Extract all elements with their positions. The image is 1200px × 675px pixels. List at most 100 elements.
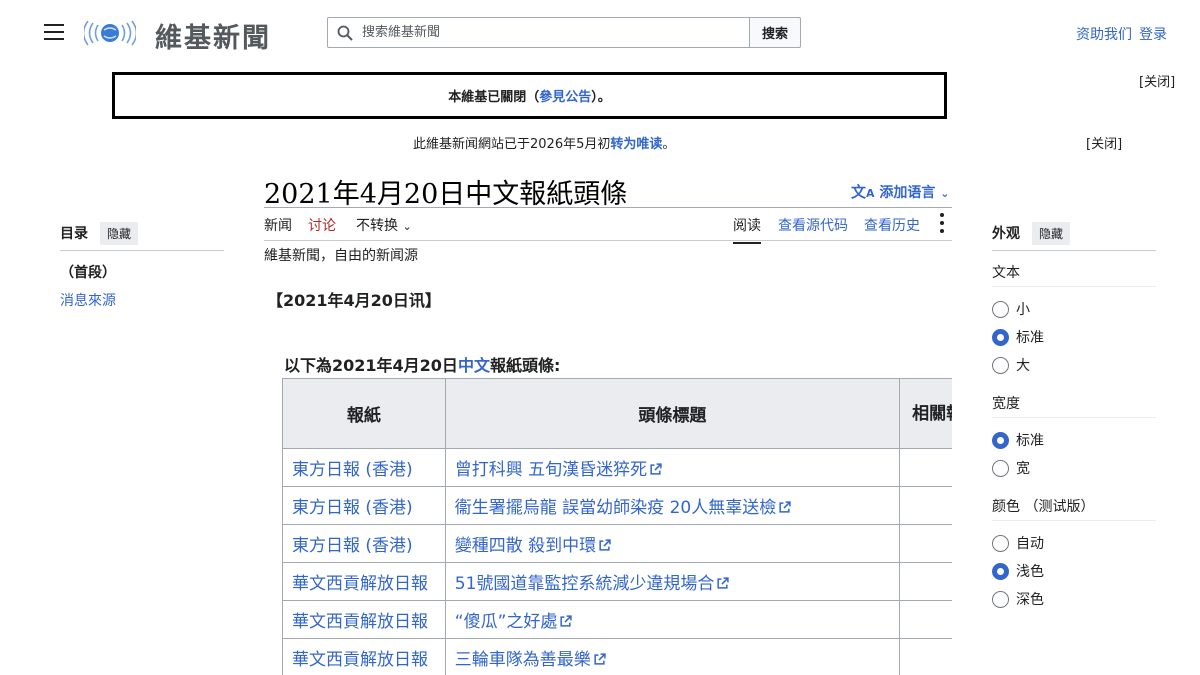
headline-link[interactable]: 曾打科興 五旬漢昏迷猝死 [455, 460, 662, 480]
external-link-icon [650, 463, 662, 475]
intro-prefix: 以下為2021年4月20日 [284, 356, 458, 375]
notice2-readonly-link[interactable]: 转为唯读 [610, 137, 662, 152]
appearance-title: 外观 [992, 226, 1020, 242]
headline-text: 衞生署擺烏龍 誤當幼師染疫 20人無辜送檢 [454, 498, 777, 518]
search-button[interactable]: 搜索 [749, 17, 801, 48]
color-option-1[interactable]: 浅色 [992, 561, 1044, 581]
paper-link[interactable]: 華文西貢解放日報 [292, 650, 428, 670]
intro-text: 以下為2021年4月20日中文報紙頭條: [284, 352, 560, 376]
external-link-icon [594, 653, 606, 665]
radio-button[interactable] [992, 459, 1009, 477]
width-option-0[interactable]: 标准 [992, 430, 1044, 450]
notice2-close-button[interactable]: [关闭] [1086, 133, 1122, 152]
table-row: 華文西貢解放日報 三輪車隊為善最樂 [282, 638, 952, 675]
paper-link[interactable]: 華文西貢解放日報 [292, 612, 428, 632]
radio-button[interactable] [992, 431, 1009, 449]
radio-label: 标准 [1016, 433, 1044, 449]
donate-link[interactable]: 资助我们 [1076, 24, 1132, 44]
headline-link[interactable]: 三輪車隊為善最樂 [455, 650, 606, 670]
related-cell [899, 638, 952, 675]
tab-news[interactable]: 新闻 [264, 215, 292, 235]
external-link-icon [779, 501, 791, 513]
notice-announcement-link[interactable]: 參見公告 [539, 86, 591, 105]
search-input[interactable] [362, 18, 742, 47]
toc-item-sources[interactable]: 消息來源 [60, 290, 116, 310]
search-icon [337, 25, 353, 41]
radio-button[interactable] [992, 300, 1009, 318]
paper-link[interactable]: 東方日報 (香港) [292, 498, 413, 518]
more-actions-icon[interactable] [940, 213, 946, 237]
table-row: 華文西貢解放日報 “傻瓜”之好處 [282, 600, 952, 639]
headlines-table-wrapper: 報紙 頭條標題 相關報導 東方日報 (香港)曾打科興 五旬漢昏迷猝死東方日報 (… [282, 378, 952, 675]
toc-title: 目录 [60, 226, 88, 242]
variant-label: 不转换 [356, 218, 398, 234]
table-row: 東方日報 (香港) 曾打科興 五旬漢昏迷猝死 [282, 448, 952, 487]
text-option-1[interactable]: 标准 [992, 327, 1044, 347]
related-cell [899, 486, 952, 525]
col-header-headline: 頭條標題 [444, 378, 901, 449]
headline-text: “傻瓜”之好處 [454, 612, 558, 632]
external-link-icon [717, 577, 730, 589]
external-link-icon [599, 539, 611, 551]
table-row: 東方日報 (香港) 衞生署擺烏龍 誤當幼師染疫 20人無辜送檢 [282, 486, 952, 525]
search-box[interactable] [327, 17, 750, 48]
paper-link[interactable]: 華文西貢解放日報 [292, 574, 428, 594]
headline-cell: 三輪車隊為善最樂 [444, 638, 901, 675]
headline-link[interactable]: 衞生署擺烏龍 誤當幼師染疫 20人無辜送檢 [455, 498, 791, 518]
radio-button[interactable] [992, 562, 1009, 580]
intro-suffix: 報紙頭條: [489, 356, 561, 375]
color-option-2[interactable]: 深色 [992, 589, 1044, 609]
headline-link[interactable]: 變種四散 殺到中環 [455, 536, 611, 556]
related-cell [899, 524, 952, 563]
site-logo-wordmark[interactable]: 維基新聞 [155, 16, 271, 55]
paper-link[interactable]: 東方日報 (香港) [292, 460, 413, 480]
tab-view-history[interactable]: 查看历史 [864, 215, 920, 235]
headline-cell: 曾打科興 五旬漢昏迷猝死 [444, 448, 901, 487]
paper-cell: 華文西貢解放日報 [282, 562, 446, 601]
headline-text: 51號國道靠監控系統減少違規場合 [454, 574, 715, 594]
table-row: 華文西貢解放日報 51號國道靠監控系統減少違規場合 [282, 562, 952, 601]
related-cell [899, 562, 952, 601]
toc-item-top[interactable]: （首段） [60, 262, 116, 282]
dateline: 【2021年4月20日讯】 [267, 291, 441, 310]
tab-talk[interactable]: 讨论 [308, 215, 336, 235]
text-option-2[interactable]: 大 [992, 355, 1030, 375]
paper-link[interactable]: 東方日報 (香港) [292, 536, 413, 556]
notice-close-button[interactable]: [关闭] [1139, 71, 1175, 90]
radio-label: 标准 [1016, 330, 1044, 346]
chevron-down-icon: ⌄ [402, 220, 412, 233]
text-option-0[interactable]: 小 [992, 299, 1030, 319]
headline-link[interactable]: 51號國道靠監控系統減少違規場合 [455, 574, 730, 594]
appearance-hide-button[interactable]: 隐藏 [1032, 222, 1071, 245]
headline-link[interactable]: “傻瓜”之好處 [455, 612, 573, 632]
radio-label: 自动 [1016, 536, 1044, 552]
add-languages-label: 添加语言 [879, 185, 936, 201]
col-header-paper: 報紙 [282, 378, 446, 449]
main-menu-button[interactable] [44, 24, 64, 42]
tab-view-source[interactable]: 查看源代码 [778, 215, 848, 235]
toc-hide-button[interactable]: 隐藏 [100, 222, 139, 245]
site-notice-closed: 本維基已關閉（ 參見公告）。 [112, 72, 947, 119]
wikinews-logo-icon[interactable] [84, 17, 136, 49]
radio-button[interactable] [992, 356, 1009, 374]
radio-label: 浅色 [1016, 564, 1044, 580]
radio-button[interactable] [992, 534, 1009, 552]
width-label: 宽度 [992, 396, 1020, 412]
radio-label: 大 [1016, 358, 1030, 374]
radio-button[interactable] [992, 590, 1009, 608]
width-option-1[interactable]: 宽 [992, 458, 1030, 478]
translate-icon: 文A [851, 183, 875, 201]
color-divider [992, 520, 1156, 521]
col-header-related: 相關報導 [899, 378, 952, 449]
tab-variant-dropdown[interactable]: 不转换 ⌄ [356, 215, 412, 235]
add-languages-button[interactable]: 文A 添加语言 ⌄ [851, 181, 950, 202]
login-link[interactable]: 登录 [1139, 24, 1167, 44]
headline-cell: 51號國道靠監控系統減少違規場合 [444, 562, 901, 601]
radio-button[interactable] [992, 328, 1009, 346]
color-option-0[interactable]: 自动 [992, 533, 1044, 553]
paper-cell: 東方日報 (香港) [282, 486, 446, 525]
intro-chinese-link[interactable]: 中文 [458, 356, 490, 375]
chevron-down-icon: ⌄ [940, 187, 950, 200]
related-cell [899, 448, 952, 487]
notice2-suffix: 。 [662, 137, 676, 152]
